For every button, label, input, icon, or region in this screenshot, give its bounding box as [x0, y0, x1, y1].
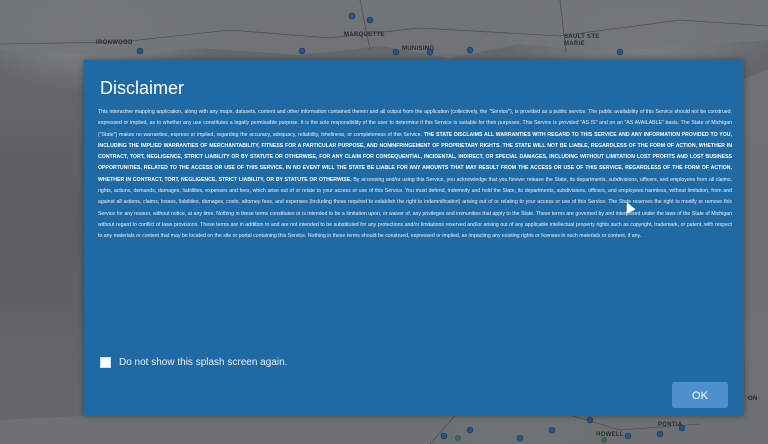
- ok-button[interactable]: OK: [672, 382, 728, 408]
- dont-show-again-checkbox[interactable]: [100, 357, 111, 368]
- disclaimer-release-text: By accessing and/or using this Service, …: [98, 176, 732, 240]
- dont-show-again-label[interactable]: Do not show this splash screen again.: [119, 357, 287, 368]
- dialog-title: Disclaimer: [100, 78, 185, 98]
- disclaimer-text: This interactive mapping application, al…: [98, 107, 732, 243]
- disclaimer-warranty-text: THE STATE DISCLAIMS ALL WARRANTIES WITH …: [98, 131, 732, 183]
- disclaimer-dialog: Disclaimer This interactive mapping appl…: [84, 60, 744, 416]
- dont-show-again-row[interactable]: Do not show this splash screen again.: [100, 357, 287, 368]
